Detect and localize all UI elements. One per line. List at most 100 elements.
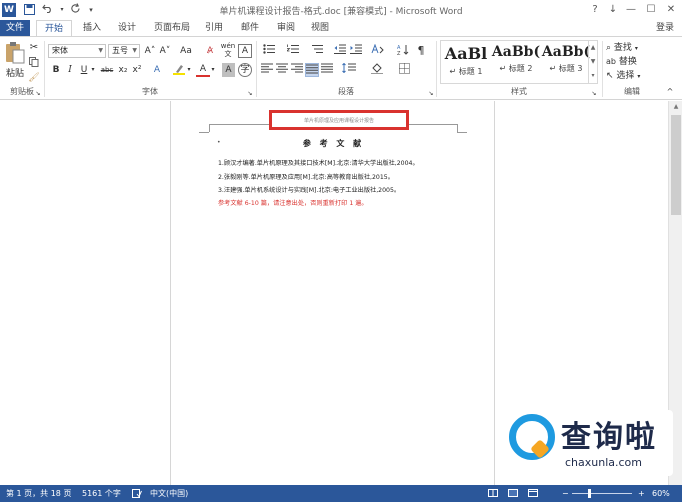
italic-button[interactable]: I xyxy=(64,63,76,77)
zoom-out-button[interactable]: − xyxy=(562,485,569,502)
numbering-icon[interactable] xyxy=(284,44,302,58)
distributed-icon[interactable] xyxy=(320,63,334,77)
paragraph-launcher-icon[interactable]: ↘ xyxy=(427,87,435,101)
style-heading-2[interactable]: AaBb( ↵ 标题 2 xyxy=(491,41,541,83)
paste-icon xyxy=(6,42,25,64)
tab-file[interactable]: 文件 xyxy=(0,20,30,36)
page-count[interactable]: 第 1 页，共 18 页 xyxy=(6,485,71,502)
text-effects-icon[interactable]: A xyxy=(150,63,164,77)
read-mode-icon[interactable] xyxy=(488,485,498,502)
paste-label: 粘贴 xyxy=(5,69,24,79)
highlight-dropdown-icon[interactable]: ▾ xyxy=(186,63,192,77)
search-icon: ⌕ xyxy=(606,43,612,53)
shading-icon[interactable] xyxy=(368,63,388,77)
change-case-button[interactable]: Aa xyxy=(176,44,196,58)
header-highlight-box[interactable]: 单片机原理及应用课程设计报告 xyxy=(269,110,409,130)
header-corner xyxy=(457,132,467,133)
replace-button[interactable]: ab 替换 xyxy=(606,55,652,69)
chevron-down-icon: ▼ xyxy=(98,47,103,54)
style-name: ↵ 标题 2 xyxy=(499,64,533,73)
tab-references[interactable]: 引用 xyxy=(200,20,228,36)
highlight-icon[interactable] xyxy=(172,63,186,77)
scroll-thumb[interactable] xyxy=(671,115,681,215)
tab-home[interactable]: 开始 xyxy=(36,20,72,36)
ribbon-tabs: 文件 开始 插入 设计 页面布局 引用 邮件 审阅 视图 登录 xyxy=(0,20,682,36)
style-sample: AaBb( xyxy=(491,44,541,60)
underline-button[interactable]: U xyxy=(78,63,90,77)
multilevel-list-icon[interactable] xyxy=(308,44,326,58)
styles-gallery: AaBl ↵ 标题 1 AaBb( ↵ 标题 2 AaBb( ↵ 标题 3 ▲ ▼… xyxy=(440,40,598,84)
zoom-slider-thumb[interactable] xyxy=(587,489,591,498)
ribbon-display-options-button[interactable]: ↓ xyxy=(604,2,622,18)
styles-scroll[interactable]: ▲ ▼ ▾ xyxy=(588,41,597,83)
font-color-dropdown-icon[interactable]: ▾ xyxy=(210,63,216,77)
copy-icon[interactable] xyxy=(28,57,40,71)
decrease-indent-icon[interactable] xyxy=(333,44,347,58)
clear-formatting-icon[interactable]: A̷ xyxy=(203,44,217,58)
superscript-button[interactable]: x² xyxy=(131,63,143,77)
word-count[interactable]: 5161 个字 xyxy=(82,485,121,502)
subscript-button[interactable]: x₂ xyxy=(117,63,129,77)
cut-icon[interactable]: ✂ xyxy=(28,41,40,55)
close-button[interactable]: ✕ xyxy=(662,2,680,18)
char-border-icon[interactable]: A xyxy=(238,44,252,58)
tab-view[interactable]: 视图 xyxy=(306,20,334,36)
tab-design[interactable]: 设计 xyxy=(112,20,142,36)
font-launcher-icon[interactable]: ↘ xyxy=(246,87,254,101)
borders-icon[interactable] xyxy=(394,63,414,77)
line-spacing-icon[interactable] xyxy=(340,62,358,77)
select-button[interactable]: ↖ 选择 ▾ xyxy=(606,69,652,83)
style-heading-3[interactable]: AaBb( ↵ 标题 3 xyxy=(541,41,591,83)
find-button[interactable]: ⌕ 查找 ▾ xyxy=(606,41,652,55)
bullets-icon[interactable] xyxy=(260,44,278,58)
align-center-icon[interactable] xyxy=(275,63,289,77)
justify-icon[interactable] xyxy=(305,63,319,77)
font-size-combo[interactable]: 五号 ▼ xyxy=(108,44,140,58)
phonetic-guide-icon[interactable]: wén 文 xyxy=(220,42,236,58)
tab-insert[interactable]: 插入 xyxy=(78,20,106,36)
login-link[interactable]: 登录 xyxy=(656,20,674,36)
chinese-layout-icon[interactable] xyxy=(368,43,388,58)
styles-launcher-icon[interactable]: ↘ xyxy=(590,87,598,101)
align-left-icon[interactable] xyxy=(260,63,274,77)
strikethrough-button[interactable]: abc xyxy=(99,63,115,77)
document-page[interactable]: 单片机原理及应用课程设计报告 • 参 考 文 献 1.顾汉才编著.单片机原理及其… xyxy=(170,101,495,485)
proofing-icon[interactable] xyxy=(132,485,142,502)
zoom-level[interactable]: 60% xyxy=(652,485,670,502)
tab-layout[interactable]: 页面布局 xyxy=(150,20,194,36)
reference-item: 1.顾汉才编著.单片机原理及其接口技术[M].北京:清华大学出版社,2004。 xyxy=(218,160,419,167)
chevron-down-icon: ▼ xyxy=(132,47,137,54)
scroll-up-icon[interactable]: ▲ xyxy=(669,101,682,113)
zoom-slider[interactable] xyxy=(572,493,632,494)
select-label: 选择 xyxy=(616,71,635,81)
font-name-combo[interactable]: 宋体 ▼ xyxy=(48,44,106,58)
bold-button[interactable]: B xyxy=(50,63,62,77)
language-indicator[interactable]: 中文(中国) xyxy=(150,485,188,502)
editing-group-label: 编辑 xyxy=(624,87,640,96)
char-shading-icon[interactable]: A xyxy=(222,63,235,77)
collapse-ribbon-icon[interactable]: ^ xyxy=(664,85,676,99)
sort-icon[interactable]: AZ xyxy=(396,44,410,58)
header-corner xyxy=(209,124,210,132)
clipboard-launcher-icon[interactable]: ↘ xyxy=(34,87,42,101)
title-bar: W ▾ ▾ 单片机课程设计报告-格式.doc [兼容模式] - Microsof… xyxy=(0,0,682,20)
print-layout-icon[interactable] xyxy=(508,485,518,502)
align-right-icon[interactable] xyxy=(290,63,304,77)
tab-review[interactable]: 审阅 xyxy=(272,20,300,36)
help-button[interactable]: ? xyxy=(586,2,604,18)
minimize-button[interactable]: — xyxy=(622,2,640,18)
font-color-button[interactable]: A xyxy=(196,63,210,77)
format-painter-icon[interactable]: 🖌 xyxy=(28,71,40,85)
enclosed-char-icon[interactable]: 字 xyxy=(238,63,252,77)
grow-font-button[interactable]: A˄ xyxy=(143,44,157,58)
underline-dropdown-icon[interactable]: ▾ xyxy=(90,63,96,77)
maximize-button[interactable]: ☐ xyxy=(642,2,660,18)
style-heading-1[interactable]: AaBl ↵ 标题 1 xyxy=(441,41,491,83)
increase-indent-icon[interactable] xyxy=(349,44,363,58)
show-formatting-icon[interactable]: ¶ xyxy=(414,44,428,58)
zoom-in-button[interactable]: + xyxy=(638,485,645,502)
shrink-font-button[interactable]: A˅ xyxy=(158,44,172,58)
cursor-icon: ↖ xyxy=(606,71,614,81)
web-layout-icon[interactable] xyxy=(528,485,538,502)
tab-mailings[interactable]: 邮件 xyxy=(236,20,264,36)
